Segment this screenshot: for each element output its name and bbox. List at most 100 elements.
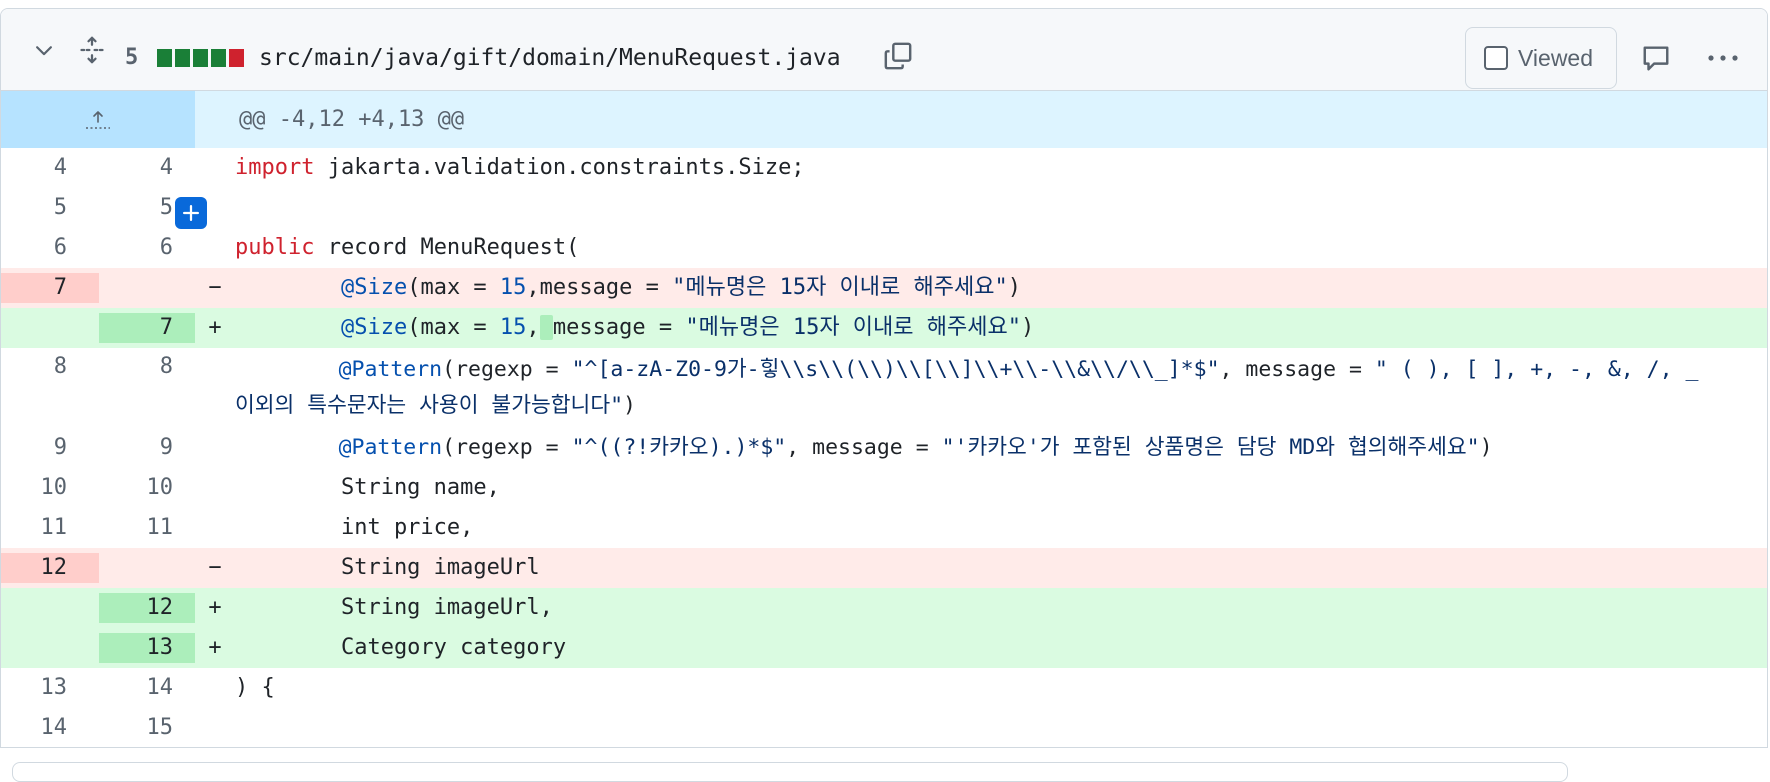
annotation: @Size — [340, 275, 408, 300]
diff-line-added: 7 + @Size(max = 15, message = "메뉴명은 15자 … — [1, 308, 1767, 348]
new-line-number[interactable]: 6 — [99, 233, 195, 263]
annotation: @Pattern — [338, 435, 443, 460]
comment-button[interactable] — [1639, 43, 1673, 73]
add-comment-button[interactable] — [175, 197, 207, 229]
diff-file: 5 src/main/java/gift/domain/MenuRequest.… — [0, 8, 1768, 748]
file-path[interactable]: src/main/java/gift/domain/MenuRequest.ja… — [259, 43, 841, 73]
new-line-number[interactable]: 7 — [99, 313, 195, 343]
code-line: String name, — [235, 475, 500, 500]
diffstat — [157, 49, 244, 67]
copy-path-button[interactable] — [881, 39, 915, 73]
change-count: 5 — [125, 45, 139, 70]
diff-sign: + — [208, 595, 222, 620]
diffstat-block — [157, 49, 172, 67]
code-line: import jakarta.validation.constraints.Si… — [235, 153, 1767, 183]
number-literal: 15 — [499, 275, 527, 300]
annotation: @Size — [340, 315, 408, 340]
code-line: public record MenuRequest( — [235, 233, 1767, 263]
new-line-number-text: 5 — [159, 195, 173, 220]
new-line-number[interactable]: 9 — [99, 433, 195, 463]
code-text: (regexp = — [442, 435, 572, 460]
diff-line-deleted: 7 − @Size(max = 15,message = "메뉴명은 15자 이… — [1, 268, 1767, 308]
diff-line: 9 9 @Pattern(regexp = "^((?!카카오).)*$", m… — [1, 428, 1767, 468]
annotation: @Pattern — [338, 357, 443, 382]
old-line-number[interactable]: 7 — [1, 273, 99, 303]
copy-icon — [884, 42, 912, 70]
plus-icon — [183, 205, 199, 221]
word-diff-highlight — [539, 315, 553, 340]
old-line-number[interactable]: 10 — [1, 473, 99, 503]
old-line-number[interactable]: 13 — [1, 673, 99, 703]
hunk-header-row: @@ -4,12 +4,13 @@ — [1, 91, 1767, 148]
diffstat-block — [211, 49, 226, 67]
old-line-number[interactable]: 9 — [1, 433, 99, 463]
kebab-horizontal-icon — [1708, 55, 1738, 61]
next-file-card — [12, 762, 1568, 782]
code-line: String imageUrl — [235, 555, 540, 580]
viewed-toggle-button[interactable]: Viewed — [1465, 27, 1617, 89]
code-line: @Size(max = 15, message = "메뉴명은 15자 이내로 … — [235, 313, 1767, 343]
string-literal: "^[a-zA-Z0-9가-힣\\s\\(\\)\\[\\]\\+\\-\\&\… — [571, 357, 1220, 382]
collapse-toggle-button[interactable] — [31, 37, 57, 63]
new-line-number[interactable]: 5 — [99, 193, 207, 229]
diff-line-added: 13 + Category category — [1, 628, 1767, 668]
diffstat-block — [229, 49, 244, 67]
new-line-number[interactable]: 14 — [99, 673, 195, 703]
diff-sign: − — [208, 555, 222, 580]
diff-line-deleted: 12 − String imageUrl — [1, 548, 1767, 588]
diff-table: @@ -4,12 +4,13 @@ 4 4 import jakarta.val… — [1, 91, 1767, 747]
code-line: int price, — [235, 515, 474, 540]
code-text: ) — [623, 393, 636, 418]
diff-line: 8 8 @Pattern(regexp = "^[a-zA-Z0-9가-힣\\s… — [1, 348, 1767, 428]
string-literal: "^((?!카카오).)*$" — [571, 435, 787, 460]
diff-line: 14 15 — [1, 708, 1767, 747]
new-line-number[interactable]: 12 — [99, 593, 195, 623]
code-text: (max = — [407, 275, 500, 300]
old-line-number[interactable]: 8 — [1, 352, 99, 382]
old-line-number[interactable]: 5 — [1, 193, 99, 223]
code-text: , message = — [786, 435, 942, 460]
keyword: import — [235, 155, 315, 180]
code-line: @Pattern(regexp = "^[a-zA-Z0-9가-힣\\s\\(\… — [235, 352, 1767, 424]
file-header: 5 src/main/java/gift/domain/MenuRequest.… — [1, 9, 1767, 91]
code-text: ) — [1479, 435, 1493, 460]
old-line-number[interactable]: 11 — [1, 513, 99, 543]
code-text: record MenuRequest( — [314, 235, 580, 260]
new-line-number[interactable]: 10 — [99, 473, 195, 503]
code-text: ) — [1020, 315, 1035, 340]
diffstat-block — [175, 49, 190, 67]
old-line-number[interactable]: 12 — [1, 553, 99, 583]
diff-line: 13 14 ) { — [1, 668, 1767, 708]
diff-line-added: 12 + String imageUrl, — [1, 588, 1767, 628]
new-line-number[interactable]: 15 — [99, 713, 195, 743]
new-line-number[interactable]: 4 — [99, 153, 195, 183]
string-literal: "'카카오'가 포함된 상품명은 담당 MD와 협의해주세요" — [941, 435, 1480, 460]
diffstat-block — [193, 49, 208, 67]
new-line-number[interactable]: 13 — [99, 633, 195, 663]
string-literal: "메뉴명은 15자 이내로 해주세요" — [672, 275, 1008, 300]
old-line-number[interactable]: 4 — [1, 153, 99, 183]
old-line-number[interactable]: 14 — [1, 713, 99, 743]
new-line-number[interactable]: 11 — [99, 513, 195, 543]
code-line: @Pattern(regexp = "^((?!카카오).)*$", messa… — [235, 433, 1767, 463]
viewed-label: Viewed — [1518, 44, 1594, 71]
diff-line: 11 11 int price, — [1, 508, 1767, 548]
expand-all-button[interactable] — [77, 35, 107, 65]
code-text: ,message = — [526, 275, 673, 300]
keyword: public — [235, 235, 315, 260]
code-text: (regexp = — [442, 357, 572, 382]
chevron-down-icon — [36, 46, 52, 56]
code-text: ) — [1007, 275, 1021, 300]
old-line-number[interactable]: 6 — [1, 233, 99, 263]
more-options-button[interactable] — [1703, 43, 1743, 73]
expand-up-button[interactable] — [1, 91, 195, 148]
viewed-checkbox[interactable] — [1484, 46, 1508, 70]
hunk-header: @@ -4,12 +4,13 @@ — [239, 106, 465, 132]
diff-sign: + — [208, 635, 222, 660]
new-line-number[interactable]: 8 — [99, 352, 195, 382]
code-text: , message = — [1219, 357, 1375, 382]
